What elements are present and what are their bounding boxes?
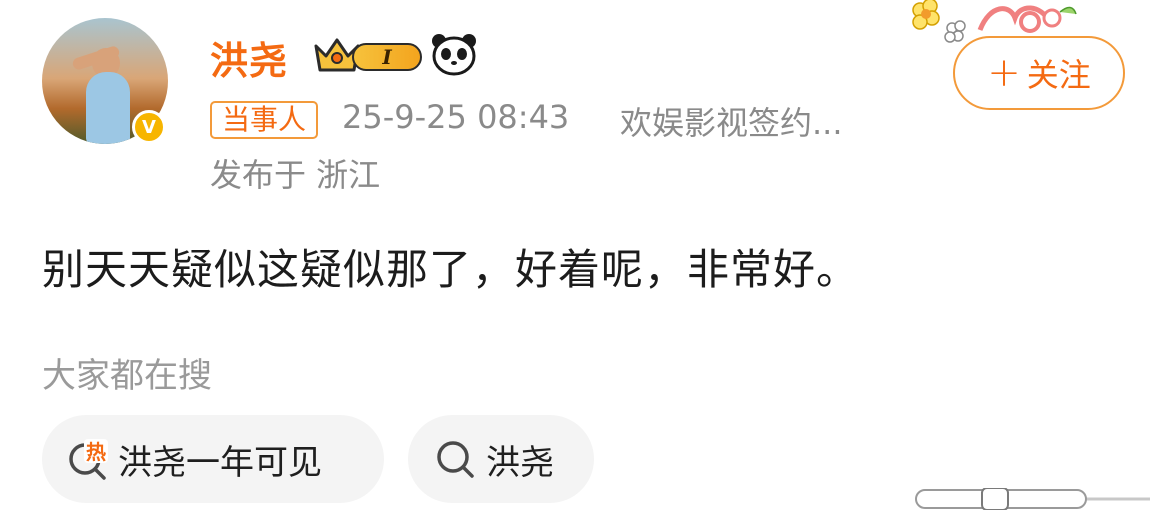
follow-label: 关注 bbox=[1026, 56, 1091, 94]
follow-button[interactable]: + 关注 bbox=[953, 36, 1125, 110]
post-content: 别天天疑似这疑似那了，好着呢，非常好。 bbox=[42, 245, 860, 294]
username[interactable]: 洪尧 bbox=[210, 30, 288, 85]
search-chip-label: 洪尧 bbox=[486, 442, 554, 483]
plus-icon: + bbox=[987, 50, 1021, 96]
search-chip[interactable]: 洪尧 bbox=[408, 415, 594, 503]
post-timestamp: 25-9-25 08:43 bbox=[342, 98, 570, 136]
post-source[interactable]: 欢娱影视签约... bbox=[620, 98, 843, 144]
status-badge: 当事人 bbox=[210, 101, 319, 139]
hot-badge-text: 热 bbox=[86, 440, 106, 464]
post-location: 发布于 浙江 bbox=[210, 156, 381, 194]
search-icon bbox=[437, 441, 474, 478]
member-level-badge[interactable]: I bbox=[312, 36, 424, 76]
scroll-handle-icon[interactable] bbox=[912, 488, 1154, 510]
panda-icon bbox=[432, 34, 476, 76]
level-label: I bbox=[352, 43, 422, 71]
search-chip-hot[interactable]: 热 洪尧一年可见 bbox=[42, 415, 384, 503]
verified-badge-icon: V bbox=[132, 110, 166, 144]
hot-search-icon: 热 bbox=[69, 439, 108, 480]
trending-title: 大家都在搜 bbox=[42, 356, 212, 396]
search-chip-label: 洪尧一年可见 bbox=[118, 442, 322, 483]
avatar-body bbox=[86, 72, 130, 144]
